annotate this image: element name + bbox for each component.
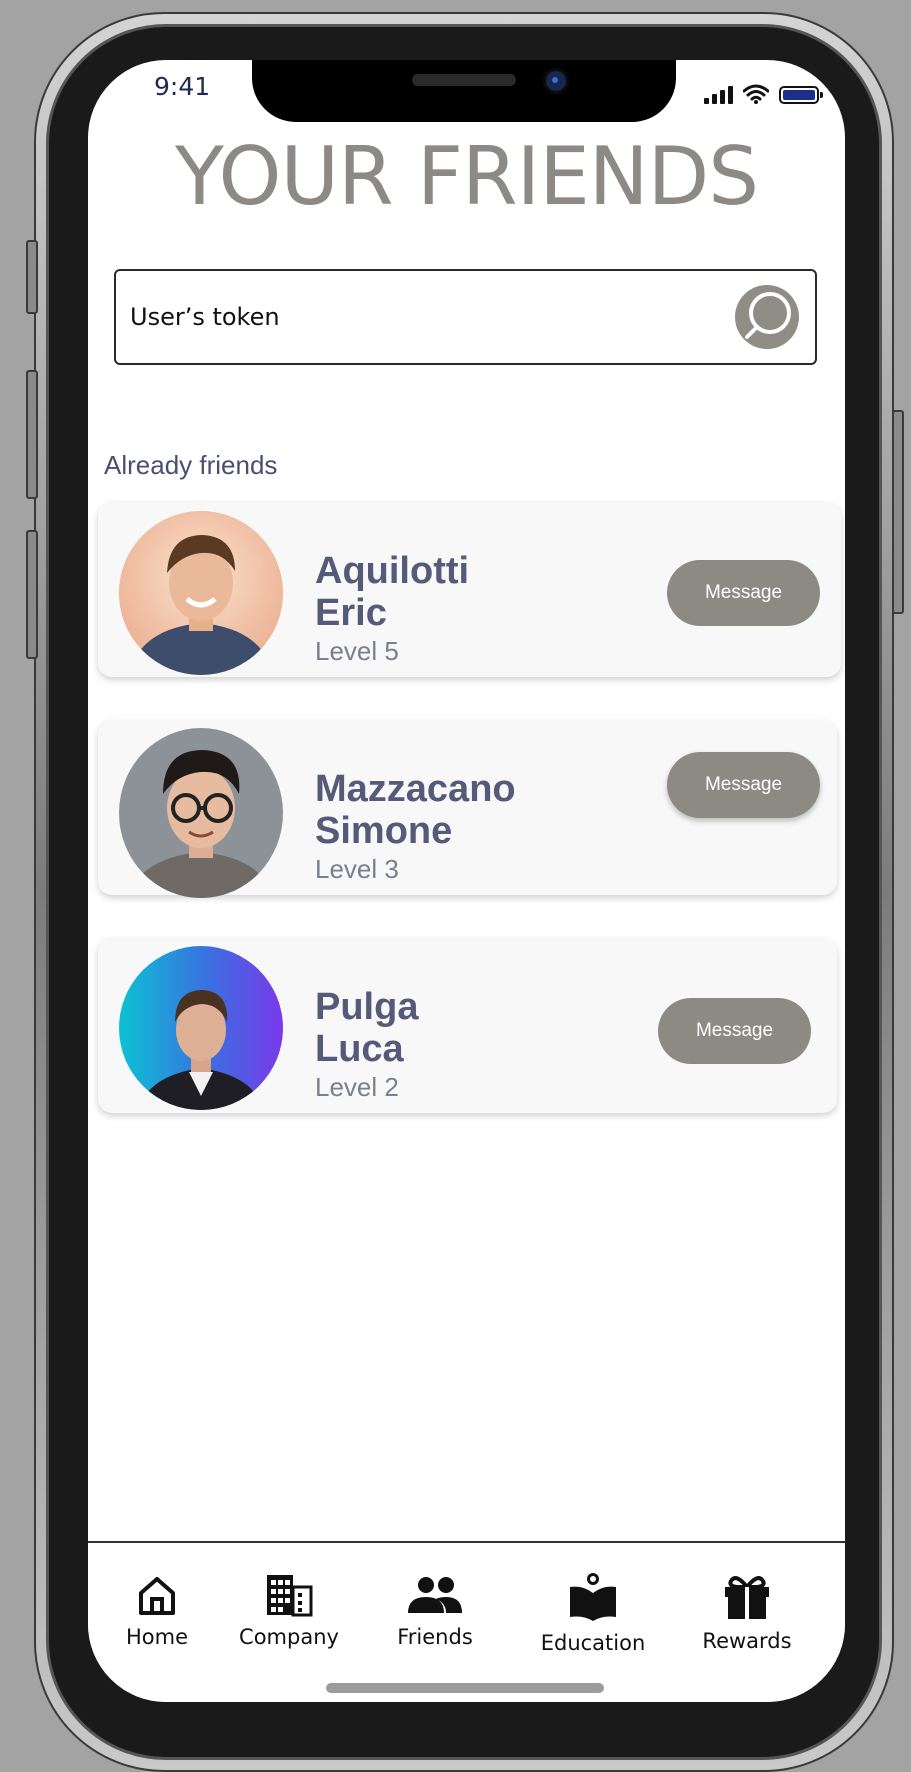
screen: 9:41 YOUR FRIENDS Already friends [88,60,845,1702]
nav-label-education: Education [540,1631,646,1655]
power-button [892,410,904,614]
avatar [119,728,283,898]
notch [252,60,676,122]
mute-switch [26,240,38,314]
volume-up-button [26,370,38,499]
friend-surname: Aquilotti [315,550,470,592]
search-input[interactable] [128,271,712,363]
nav-item-education[interactable]: Education [528,1573,658,1655]
signal-icon [704,86,733,104]
page-title: YOUR FRIENDS [175,130,759,223]
speaker-grille [412,74,516,86]
friend-card: Pulga Luca Level 2 Message [98,938,837,1113]
nav-label-company: Company [239,1625,339,1649]
avatar [119,511,283,675]
friend-card: Aquilotti Eric Level 5 Message [98,502,841,677]
friend-level: Level 3 [315,854,399,884]
friend-first-name: Simone [315,810,453,852]
avatar [119,946,283,1110]
search-icon [745,292,791,339]
building-icon [267,1575,313,1617]
message-button[interactable]: Message [667,560,820,626]
wifi-icon [743,84,769,104]
friend-level: Level 5 [315,636,399,666]
friend-surname: Pulga [315,986,419,1028]
nav-item-friends[interactable]: Friends [370,1573,500,1649]
book-icon [570,1573,616,1621]
status-time: 9:41 [154,72,211,101]
home-icon [139,1577,175,1615]
nav-item-rewards[interactable]: Rewards [682,1573,812,1653]
bottom-nav: Home Company Friends Education Rewards [88,1541,845,1702]
battery-icon [779,86,823,104]
volume-down-button [26,530,38,659]
message-button[interactable]: Message [667,752,820,818]
people-icon [408,1577,462,1613]
friend-surname: Mazzacano [315,768,516,810]
section-label: Already friends [104,450,278,480]
front-camera [543,68,569,94]
gift-icon [725,1576,769,1619]
search-box [114,269,817,365]
nav-label-home: Home [125,1625,188,1649]
friend-first-name: Eric [315,592,387,634]
friend-first-name: Luca [315,1028,404,1070]
friend-level: Level 2 [315,1072,399,1102]
search-button[interactable] [735,285,799,349]
status-icons [704,80,823,104]
friend-card: Mazzacano Simone Level 3 Message [98,720,837,898]
nav-label-rewards: Rewards [702,1629,792,1653]
nav-item-company[interactable]: Company [224,1573,354,1649]
nav-label-friends: Friends [397,1625,473,1649]
home-indicator[interactable] [326,1683,604,1693]
nav-item-home[interactable]: Home [92,1573,222,1649]
message-button[interactable]: Message [658,998,811,1064]
